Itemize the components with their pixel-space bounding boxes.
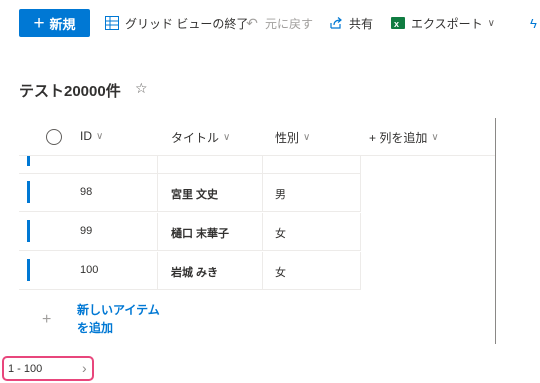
select-all-checkbox[interactable] <box>46 129 62 145</box>
chevron-down-icon: ∨ <box>223 132 231 143</box>
excel-icon: x <box>390 15 406 31</box>
cell-title[interactable]: 樋口 末華子 <box>171 225 229 241</box>
row-marker <box>27 259 30 281</box>
automate-icon[interactable]: ϟ <box>530 14 537 32</box>
pagination: 1 - 100 › <box>2 356 94 381</box>
table-row[interactable]: 98 宮里 文史 男 <box>19 174 361 212</box>
cell-gender[interactable]: 男 <box>275 186 286 202</box>
row-marker <box>27 220 30 242</box>
column-header-id-label: ID <box>80 129 92 143</box>
undo-icon: ↶ <box>246 14 258 31</box>
column-header-title-label: タイトル <box>171 131 220 145</box>
cell-title[interactable]: 宮里 文史 <box>171 186 218 202</box>
column-header-gender[interactable]: 性別 ∨ <box>275 129 310 146</box>
add-column-label: + 列を追加 <box>369 131 428 145</box>
new-button[interactable]: + 新規 <box>19 9 90 37</box>
row-marker <box>27 156 30 166</box>
chevron-down-icon: ∨ <box>96 130 104 142</box>
undo-button[interactable]: ↶ 元に戻す <box>244 14 313 32</box>
export-button[interactable]: x エクスポート ∨ <box>390 14 495 32</box>
export-label: エクスポート <box>411 16 483 31</box>
cell-title[interactable]: 岩城 みき <box>171 264 218 280</box>
undo-label: 元に戻す <box>265 16 314 31</box>
grid-icon <box>104 15 120 31</box>
table-row[interactable]: 100 岩城 みき 女 <box>19 252 361 290</box>
add-new-item-label: 新しいアイテムを追加 <box>77 303 160 335</box>
star-icon[interactable]: ☆ <box>135 80 148 97</box>
column-header-id[interactable]: ID ∨ <box>80 129 103 143</box>
chevron-down-icon: ∨ <box>431 132 439 143</box>
share-button[interactable]: 共有 <box>328 14 373 32</box>
plus-icon: + <box>42 311 52 328</box>
cell-id[interactable]: 100 <box>80 264 98 276</box>
exit-grid-view-button[interactable]: グリッド ビューの終了 <box>104 14 248 32</box>
page-title: テスト20000件 <box>19 83 121 100</box>
cell-id[interactable]: 98 <box>80 186 92 198</box>
row-marker <box>27 181 30 203</box>
column-header-title[interactable]: タイトル ∨ <box>171 129 230 146</box>
column-header-row: ID ∨ タイトル ∨ 性別 ∨ + 列を追加 ∨ <box>19 118 496 156</box>
chevron-down-icon: ∨ <box>303 132 311 143</box>
exit-grid-view-label: グリッド ビューの終了 <box>125 16 249 31</box>
chevron-right-icon[interactable]: › <box>82 360 87 376</box>
column-header-gender-label: 性別 <box>275 131 300 145</box>
new-button-label: 新規 <box>49 16 76 32</box>
command-bar: + 新規 グリッド ビューの終了 ↶ 元に戻す 共有 x エクスポート ∨ ϟ <box>0 0 540 46</box>
table-row-partial <box>19 156 361 174</box>
chevron-down-icon: ∨ <box>487 17 495 29</box>
share-icon <box>328 15 344 31</box>
share-label: 共有 <box>349 16 374 31</box>
add-column-button[interactable]: + 列を追加 ∨ <box>369 129 439 146</box>
plus-icon: + <box>33 12 45 34</box>
cell-gender[interactable]: 女 <box>275 225 286 241</box>
column-divider <box>495 118 496 344</box>
table-row[interactable]: 99 樋口 末華子 女 <box>19 213 361 251</box>
cell-id[interactable]: 99 <box>80 225 92 237</box>
svg-text:x: x <box>394 19 399 29</box>
cell-gender[interactable]: 女 <box>275 264 286 280</box>
add-new-item-button[interactable]: + 新しいアイテムを追加 <box>19 296 361 342</box>
page-range: 1 - 100 <box>8 362 43 375</box>
